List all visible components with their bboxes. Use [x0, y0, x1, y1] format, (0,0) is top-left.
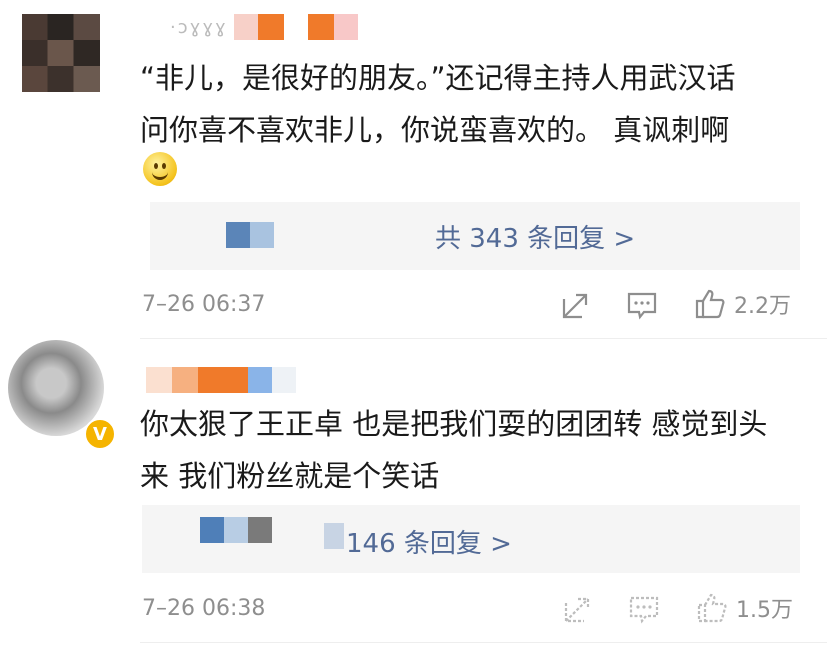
redaction-block	[250, 222, 274, 248]
comment-timestamp: 7–26 06:38	[142, 596, 266, 621]
redaction-block	[146, 367, 172, 393]
like-count: 1.5万	[736, 598, 793, 623]
comment-text: “非儿，是很好的朋友。”还记得主持人用武汉话 问你喜不喜欢非儿，你说蛮喜欢的。 …	[140, 52, 810, 156]
redaction-block	[324, 523, 344, 549]
comment-button[interactable]	[628, 594, 660, 626]
like-count: 2.2万	[734, 294, 791, 319]
share-button[interactable]	[560, 290, 590, 322]
thumbs-up-icon	[697, 593, 727, 623]
username-redacted[interactable]	[146, 365, 296, 395]
comment-text-line: 来 我们粉丝就是个笑话	[140, 459, 440, 493]
reply-preview-box[interactable]: 146 条回复 >	[142, 505, 800, 573]
redaction-block	[307, 14, 334, 40]
smile-emoji-icon	[143, 152, 177, 186]
comment-text-line: 问你喜不喜欢非儿，你说蛮喜欢的。 真讽刺啊	[140, 113, 730, 147]
comment-timestamp: 7–26 06:37	[142, 292, 266, 317]
share-button[interactable]	[562, 594, 592, 626]
redaction-block	[226, 222, 250, 248]
like-button[interactable]: 1.5万	[696, 592, 793, 624]
redaction-block	[224, 517, 248, 543]
comment-text-line: “非儿，是很好的朋友。”还记得主持人用武汉话	[140, 61, 736, 95]
divider	[140, 338, 827, 339]
redaction-block	[257, 14, 284, 40]
comment-text-line: 你太狠了王正卓 也是把我们耍的团团转 感觉到头	[140, 407, 768, 441]
view-replies-link[interactable]: 共 343 条回复 >	[435, 218, 635, 255]
redaction-block	[283, 14, 308, 40]
redaction-block	[333, 14, 358, 40]
comment-text: 你太狠了王正卓 也是把我们耍的团团转 感觉到头 来 我们粉丝就是个笑话	[140, 398, 810, 502]
reply-preview-box[interactable]: 共 343 条回复 >	[150, 202, 800, 270]
redaction-block	[233, 14, 258, 40]
redaction-block	[224, 367, 248, 393]
redaction-block	[248, 367, 272, 393]
redaction-block	[200, 517, 224, 543]
comment-button[interactable]	[626, 290, 658, 322]
share-icon	[562, 293, 588, 319]
view-replies-link[interactable]: 146 条回复 >	[346, 523, 512, 560]
redaction-block	[198, 367, 224, 393]
redaction-block	[248, 517, 272, 543]
redaction-block	[272, 367, 296, 393]
avatar[interactable]	[22, 14, 100, 92]
comment-feed: ·ɔɣɣɣ “非儿，是很好的朋友。”还记得主持人用武汉话 问你喜不喜欢非儿，你说…	[0, 0, 827, 650]
username-text: ·ɔɣɣɣ	[170, 16, 228, 38]
comment-icon	[629, 596, 659, 624]
verified-badge-icon: V	[84, 418, 116, 450]
like-button[interactable]: 2.2万	[694, 288, 791, 320]
username-redacted[interactable]: ·ɔɣɣɣ	[170, 12, 358, 42]
share-icon	[564, 597, 590, 623]
divider	[140, 642, 827, 643]
redaction-block	[172, 367, 198, 393]
comment-icon	[627, 292, 657, 320]
thumbs-up-icon	[695, 289, 725, 319]
